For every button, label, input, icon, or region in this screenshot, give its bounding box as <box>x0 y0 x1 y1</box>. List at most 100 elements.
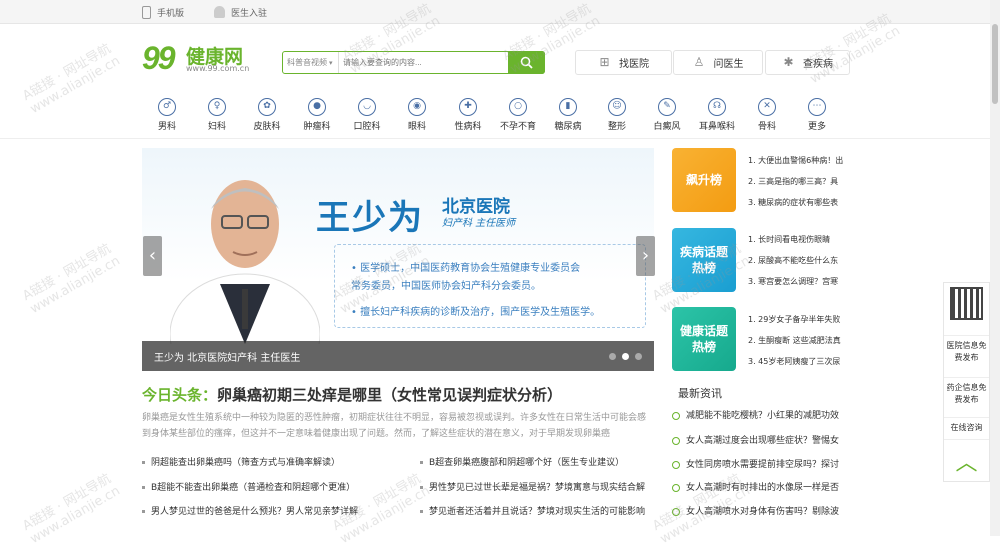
doctor-title: 妇产科 主任医师 <box>442 218 516 229</box>
online-consult-button[interactable]: 在线咨询 <box>944 417 989 439</box>
rank-item[interactable]: 3. 45岁老阿姨瘦了三次尿 <box>748 351 846 372</box>
headline-title: 卵巢癌初期三处痒是哪里（女性常见误判症状分析） <box>217 386 563 404</box>
dept-male[interactable]: ♂ 男科 <box>147 98 187 132</box>
dept-label: 不孕不育 <box>499 122 536 132</box>
search-input[interactable] <box>343 54 503 71</box>
vitiligo-icon: ✎ <box>658 98 676 116</box>
search-button[interactable] <box>508 51 545 74</box>
scrollbar-thumb[interactable] <box>992 24 998 104</box>
dept-dermatology[interactable]: ✿ 皮肤科 <box>247 98 287 132</box>
dept-std[interactable]: ✚ 性病科 <box>448 98 488 132</box>
more-icon: ⋯ <box>808 98 826 116</box>
disease-topic-rank-list: 1. 长时间看电视伤眼睛 2. 尿酸高不能吃些什么东 3. 寒宫要怎么调理？宫寒 <box>748 229 846 292</box>
rising-rank-title: 飙升榜 <box>685 173 722 187</box>
headline[interactable]: 今日头条：卵巢癌初期三处痒是哪里（女性常见误判症状分析） <box>142 384 562 405</box>
dept-more[interactable]: ⋯ 更多 <box>797 98 837 132</box>
article-link[interactable]: B超能不能查出卵巢癌（普通检查和阴超哪个更准） <box>142 480 402 493</box>
logo-url: www.99.com.cn <box>186 64 250 73</box>
hospital-icon: ⊞ <box>599 55 610 69</box>
doctor-bio: • 医学硕士，中国医药教育协会生殖健康专业委员会 常务委员，中国医师协会妇产科分… <box>334 244 646 328</box>
phone-icon <box>142 5 151 19</box>
dept-ophthalmology[interactable]: ◉ 眼科 <box>397 98 437 132</box>
dept-dental[interactable]: ◡ 口腔科 <box>347 98 387 132</box>
rank-item[interactable]: 3. 糖尿病的症状有哪些表 <box>748 192 846 213</box>
doctor-photo <box>170 180 320 344</box>
dept-gynecology[interactable]: ♀ 妇科 <box>197 98 237 132</box>
news-link[interactable]: 女人高潮喷水对身体有伤害吗？剔除波 <box>672 504 848 517</box>
rank-item[interactable]: 1. 长时间看电视伤眼睛 <box>748 229 846 250</box>
user-icon <box>214 6 225 18</box>
news-link[interactable]: 减肥能不能吃樱桃？小红果的减肥功效 <box>672 408 848 421</box>
male-icon: ♂ <box>158 98 176 116</box>
sidebar-label: 在线咨询 <box>950 423 983 432</box>
dept-oncology[interactable]: ● 肿瘤科 <box>297 98 337 132</box>
pharma-info-publish-button[interactable]: 药企信息免费发布 <box>944 377 989 419</box>
doctor-banner[interactable]: 王少为 北京医院 妇产科 主任医师 • 医学硕士，中国医药教育协会生殖健康专业委… <box>142 148 654 371</box>
doctor-bio-line: • 擅长妇产科疾病的诊断及治疗，围产医学及生殖医学。 <box>351 307 601 318</box>
health-topic-rank-title: 健康话题热榜 <box>680 324 729 354</box>
ask-doctor-label: 问医生 <box>713 59 744 70</box>
dept-label: 白癜风 <box>653 122 681 132</box>
rising-rank-badge[interactable]: 飙升榜 <box>672 148 736 212</box>
doctor-join-link[interactable]: 医生入驻 <box>214 0 267 24</box>
site-logo[interactable]: 99 健康网 www.99.com.cn <box>142 40 272 76</box>
article-link[interactable]: 男性梦见已过世长辈是福是祸？梦境寓意与现实结合解 <box>420 480 660 493</box>
news-link[interactable]: 女性同房喷水需要提前排空尿吗？探讨 <box>672 457 848 470</box>
chevron-up-icon: ︿ <box>955 450 978 476</box>
rank-item[interactable]: 2. 三高是指的哪三高？具 <box>748 171 846 192</box>
dept-label: 口腔科 <box>353 122 381 132</box>
search-icon <box>520 56 533 69</box>
search-box: 科普音视频 ▾ <box>282 51 545 74</box>
page-scrollbar[interactable] <box>990 0 1000 536</box>
carousel-dot-active[interactable] <box>622 353 629 360</box>
female-icon: ♀ <box>208 98 226 116</box>
dept-ent[interactable]: ☊ 耳鼻喉科 <box>697 98 737 132</box>
mobile-version-label: 手机版 <box>157 8 185 19</box>
health-topic-rank-badge[interactable]: 健康话题热榜 <box>672 307 736 371</box>
dept-label: 糖尿病 <box>554 122 582 132</box>
check-disease-button[interactable]: ✱ 查疾病 <box>765 50 850 75</box>
carousel-next-button[interactable]: › <box>636 236 655 276</box>
rank-item[interactable]: 2. 生酮瘦断 这些减肥法真 <box>748 330 846 351</box>
carousel-dot[interactable] <box>635 353 642 360</box>
check-disease-label: 查疾病 <box>803 59 833 70</box>
article-link[interactable]: 梦见逝者还活着并且说话？梦境对现实生活的可能影响 <box>420 504 660 517</box>
dept-fertility[interactable]: ○ 不孕不育 <box>498 98 538 132</box>
back-to-top-button[interactable]: ︿ <box>944 439 989 481</box>
rank-item[interactable]: 1. 大便出血警惕6种病！出 <box>748 150 846 171</box>
disease-topic-rank-badge[interactable]: 疾病话题热榜 <box>672 228 736 292</box>
chevron-left-icon: ‹ <box>148 245 157 266</box>
find-hospital-button[interactable]: ⊞ 找医院 <box>575 50 672 75</box>
dept-label: 皮肤科 <box>253 122 281 132</box>
rank-item[interactable]: 1. 29岁女子备孕半年失败 <box>748 309 846 330</box>
tooth-icon: ◡ <box>358 98 376 116</box>
search-category-select[interactable]: 科普音视频 ▾ <box>283 52 339 73</box>
mobile-version-link[interactable]: 手机版 <box>142 0 184 24</box>
search-category-value: 科普音视频 <box>287 58 327 67</box>
article-link[interactable]: 阴超能查出卵巢癌吗（筛查方式与准确率解读） <box>142 455 402 468</box>
watermark: A链接 · 网址导航 www.alianjie.cn <box>20 41 123 117</box>
dept-label: 骨科 <box>757 122 776 132</box>
hospital-info-publish-button[interactable]: 医院信息免费发布 <box>944 335 989 377</box>
rank-item[interactable]: 3. 寒宫要怎么调理？宫寒 <box>748 271 846 292</box>
article-link[interactable]: 男人梦见过世的爸爸是什么预兆？男人常见亲梦详解 <box>142 504 402 517</box>
headline-summary: 卵巢癌是女性生殖系统中一种较为隐匿的恶性肿瘤，初期症状往往不明显，容易被忽视或误… <box>142 413 647 439</box>
rank-item[interactable]: 2. 尿酸高不能吃些什么东 <box>748 250 846 271</box>
carousel-dot[interactable] <box>609 353 616 360</box>
watermark: A链接 · 网址导航 www.alianjie.cn <box>20 241 123 317</box>
dept-label: 男科 <box>157 122 176 132</box>
article-link[interactable]: B超查卵巢癌腹部和阴超哪个好（医生专业建议） <box>420 455 660 468</box>
sidebar-label: 药企信息免费发布 <box>946 383 987 404</box>
dept-diabetes[interactable]: ▮ 糖尿病 <box>548 98 588 132</box>
banner-caption: 王少为 北京医院妇产科 主任医生 <box>142 341 654 371</box>
latest-news-heading: 最新资讯 <box>678 387 722 400</box>
carousel-prev-button[interactable]: ‹ <box>143 236 162 276</box>
ask-doctor-button[interactable]: ♙ 问医生 <box>673 50 763 75</box>
news-link[interactable]: 女人高潮时有时排出的水像尿一样是否 <box>672 480 848 493</box>
dept-plastic[interactable]: ☺ 整形 <box>597 98 637 132</box>
dept-vitiligo[interactable]: ✎ 白癜风 <box>647 98 687 132</box>
dept-orthopedics[interactable]: ✕ 骨科 <box>747 98 787 132</box>
dept-label: 性病科 <box>454 122 482 132</box>
dept-label: 整形 <box>607 122 626 132</box>
news-link[interactable]: 女人高潮过度会出现哪些症状？警惕女 <box>672 433 848 446</box>
